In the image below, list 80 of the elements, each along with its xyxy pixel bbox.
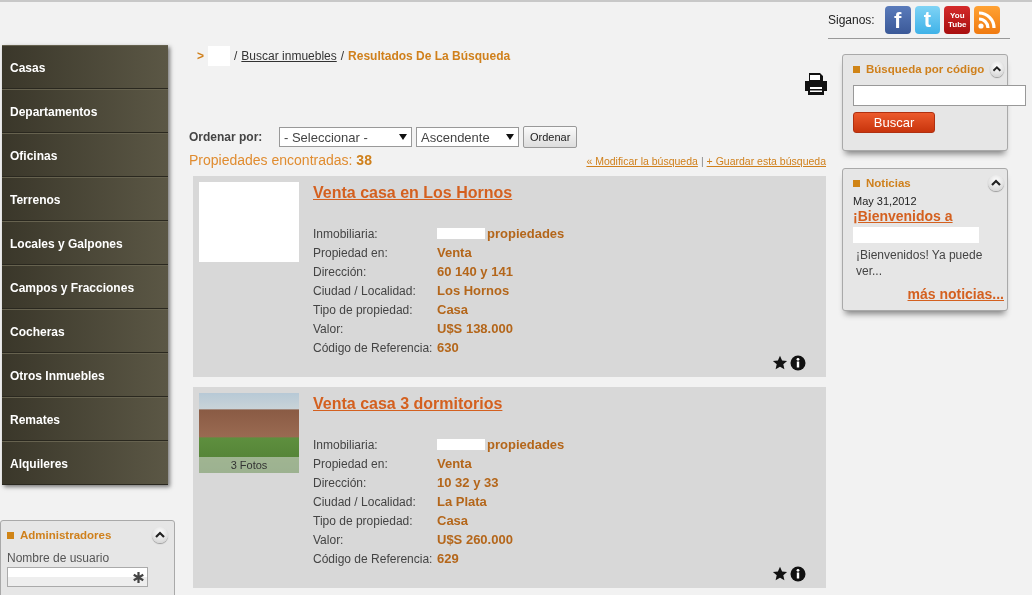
field-label: Inmobiliaria:: [313, 226, 379, 241]
star-icon[interactable]: [772, 355, 788, 371]
bullet-icon: [853, 179, 860, 187]
breadcrumb-link[interactable]: Buscar inmuebles: [241, 49, 337, 63]
breadcrumb-current: Resultados De La Búsqueda: [348, 49, 511, 63]
panel-title: Administradores: [20, 529, 113, 541]
field-label: Valor:: [313, 532, 345, 547]
redacted-block: [437, 228, 485, 239]
link-separator: |: [700, 155, 704, 167]
field-label: Dirección:: [313, 475, 368, 490]
field-value: Casa: [437, 302, 469, 317]
dropdown-caret-icon: [399, 134, 407, 140]
collapse-icon[interactable]: [152, 527, 168, 543]
bullet-icon: [853, 65, 860, 73]
field-value: 10 32 y 33: [437, 475, 499, 490]
field-label: Propiedad en:: [313, 245, 389, 260]
results-count: Propiedades encontradas: 38: [189, 152, 372, 168]
field-value: 60 140 y 141: [437, 264, 513, 279]
field-label: Inmobiliaria:: [313, 437, 379, 452]
field-value: 629: [437, 551, 459, 566]
redacted-block: [437, 439, 485, 450]
star-icon[interactable]: [772, 566, 788, 582]
menu-item[interactable]: Cocheras: [2, 309, 168, 353]
asterisk-icon: [133, 571, 144, 583]
menu-item[interactable]: Campos y Fracciones: [2, 265, 168, 309]
collapse-icon[interactable]: [990, 61, 1004, 77]
field-value: U$S 138.000: [437, 321, 513, 336]
print-icon[interactable]: [804, 72, 828, 96]
field-value: Venta: [437, 456, 472, 471]
menu-item[interactable]: Oficinas: [2, 133, 168, 177]
news-excerpt: ¡Bienvenidos! Ya puede ver...: [855, 247, 984, 279]
info-icon[interactable]: [790, 566, 806, 582]
field-label: Nombre de usuario: [7, 551, 111, 565]
field-value: Venta: [437, 245, 472, 260]
field-label: Propiedad en:: [313, 456, 389, 471]
username-field[interactable]: [7, 567, 148, 587]
sort-dropdown[interactable]: - Seleccionar -: [279, 127, 412, 147]
panel-title: Noticias: [866, 177, 912, 189]
photo-count: 3 Fotos: [199, 457, 299, 473]
field-label: Ciudad / Localidad:: [313, 283, 417, 298]
breadcrumb-separator: /: [234, 49, 238, 63]
field-label: Tipo de propiedad:: [313, 513, 414, 528]
youtube-icon[interactable]: You Tube: [944, 6, 971, 34]
menu-item[interactable]: Departamentos: [2, 89, 168, 133]
field-label: Tipo de propiedad:: [313, 302, 414, 317]
sort-dropdown[interactable]: Ascendente: [416, 127, 519, 147]
collapse-icon[interactable]: [988, 175, 1004, 191]
breadcrumb-separator: /: [340, 49, 345, 63]
field-label: Código de Referencia:: [313, 340, 434, 355]
info-icon[interactable]: [790, 355, 806, 371]
menu-item[interactable]: Terrenos: [2, 177, 168, 221]
field-label: Dirección:: [313, 264, 368, 279]
field-label: Valor:: [313, 321, 345, 336]
field-value: U$S 260.000: [437, 532, 513, 547]
field-value: Casa: [437, 513, 469, 528]
menu-item[interactable]: Locales y Galpones: [2, 221, 168, 265]
search-button[interactable]: Buscar: [853, 112, 935, 133]
facebook-icon[interactable]: f: [884, 6, 911, 34]
menu-item[interactable]: Casas: [2, 45, 168, 89]
bullet-icon: [7, 531, 14, 539]
dropdown-caret-icon: [506, 134, 514, 140]
field-value: propiedades: [487, 226, 565, 241]
sort-button[interactable]: Ordenar: [523, 126, 578, 148]
breadcrumb-separator: >: [197, 49, 204, 63]
follow-label: Siganos:: [828, 13, 875, 27]
field-value: Los Hornos: [437, 283, 510, 298]
rss-icon[interactable]: [974, 6, 1000, 34]
house-photo[interactable]: 3 Fotos: [199, 393, 299, 473]
sort-label: Ordenar por:: [189, 130, 264, 144]
field-value: 630: [437, 340, 459, 355]
menu-item[interactable]: Remates: [2, 397, 168, 441]
news-date: May 31,2012: [853, 195, 918, 207]
code-input-field[interactable]: [853, 85, 1026, 106]
panel-title: Búsqueda por código: [866, 63, 985, 75]
field-value: propiedades: [487, 437, 565, 452]
menu-item[interactable]: Otros Inmuebles: [2, 353, 168, 397]
field-label: Ciudad / Localidad:: [313, 494, 417, 509]
field-value: La Plata: [437, 494, 487, 509]
menu-item[interactable]: Alquileres: [2, 441, 168, 485]
field-label: Código de Referencia:: [313, 551, 434, 566]
